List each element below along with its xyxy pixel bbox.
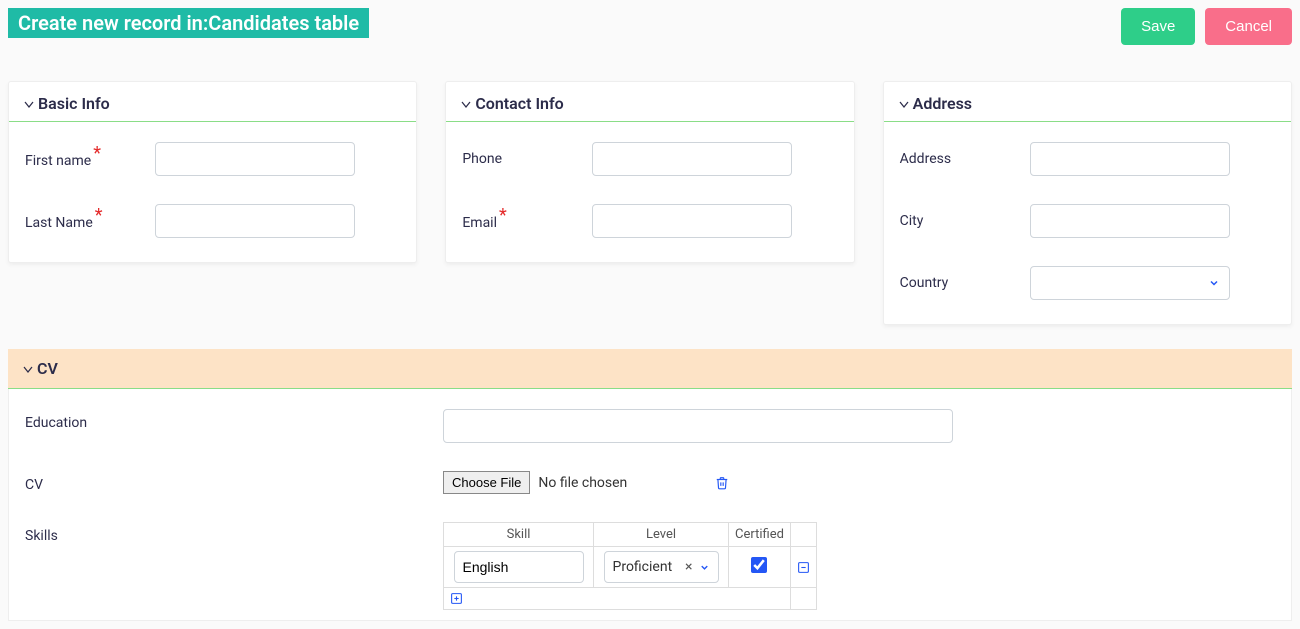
panel-address: Address Address City Country xyxy=(883,81,1292,325)
panel-header-address[interactable]: Address xyxy=(884,82,1291,122)
phone-label: Phone xyxy=(462,151,592,167)
cv-file-label: CV xyxy=(25,471,443,493)
clear-icon[interactable]: × xyxy=(685,559,692,575)
skill-input[interactable] xyxy=(454,551,584,583)
address-input[interactable] xyxy=(1030,142,1230,176)
chevron-down-icon xyxy=(460,98,472,110)
col-header-level: Level xyxy=(594,523,729,547)
add-row xyxy=(444,588,817,610)
col-header-certified: Certified xyxy=(729,523,791,547)
panel-title: CV xyxy=(37,359,58,378)
certified-checkbox[interactable] xyxy=(751,557,767,573)
panel-contact-info: Contact Info Phone Email* xyxy=(445,81,854,263)
email-input[interactable] xyxy=(592,204,792,238)
col-header-skill: Skill xyxy=(444,523,594,547)
phone-input[interactable] xyxy=(592,142,792,176)
city-label: City xyxy=(900,213,1030,229)
last-name-input[interactable] xyxy=(155,204,355,238)
required-icon: * xyxy=(95,205,103,226)
add-row-icon[interactable] xyxy=(450,592,784,605)
country-label: Country xyxy=(900,275,1030,291)
panel-title: Basic Info xyxy=(38,94,110,113)
table-row: Proficient × xyxy=(444,547,817,588)
required-icon: * xyxy=(93,143,101,164)
panel-header-basic[interactable]: Basic Info xyxy=(9,82,416,122)
education-label: Education xyxy=(25,409,443,431)
skills-label: Skills xyxy=(25,522,443,544)
panel-title: Contact Info xyxy=(475,94,563,113)
panel-header-cv[interactable]: CV xyxy=(8,349,1292,389)
required-icon: * xyxy=(499,205,507,226)
panel-title: Address xyxy=(913,94,972,113)
last-name-label: Last Name* xyxy=(25,211,155,232)
city-input[interactable] xyxy=(1030,204,1230,238)
choose-file-button[interactable]: Choose File xyxy=(443,471,530,494)
trash-icon[interactable] xyxy=(715,476,729,490)
file-status-text: No file chosen xyxy=(538,475,627,491)
education-input[interactable] xyxy=(443,409,953,443)
skills-table: Skill Level Certified xyxy=(443,522,817,610)
action-buttons: Save Cancel xyxy=(1121,8,1292,45)
first-name-input[interactable] xyxy=(155,142,355,176)
chevron-down-icon xyxy=(23,98,35,110)
chevron-down-icon xyxy=(699,562,710,573)
first-name-label: First name* xyxy=(25,149,155,170)
level-value: Proficient xyxy=(613,559,673,575)
panel-header-contact[interactable]: Contact Info xyxy=(446,82,853,122)
chevron-down-icon xyxy=(22,363,34,375)
panel-cv: CV Education CV Choose File No file chos… xyxy=(8,349,1292,621)
page-title: Create new record in:Candidates table xyxy=(8,8,369,38)
address-label: Address xyxy=(900,151,1030,167)
save-button[interactable]: Save xyxy=(1121,8,1195,45)
remove-row-icon[interactable] xyxy=(797,561,810,574)
level-select[interactable]: Proficient × xyxy=(604,551,719,583)
cancel-button[interactable]: Cancel xyxy=(1205,8,1292,45)
email-label: Email* xyxy=(462,211,592,232)
country-select[interactable] xyxy=(1030,266,1230,300)
panel-basic-info: Basic Info First name* Last Name* xyxy=(8,81,417,263)
chevron-down-icon xyxy=(898,98,910,110)
